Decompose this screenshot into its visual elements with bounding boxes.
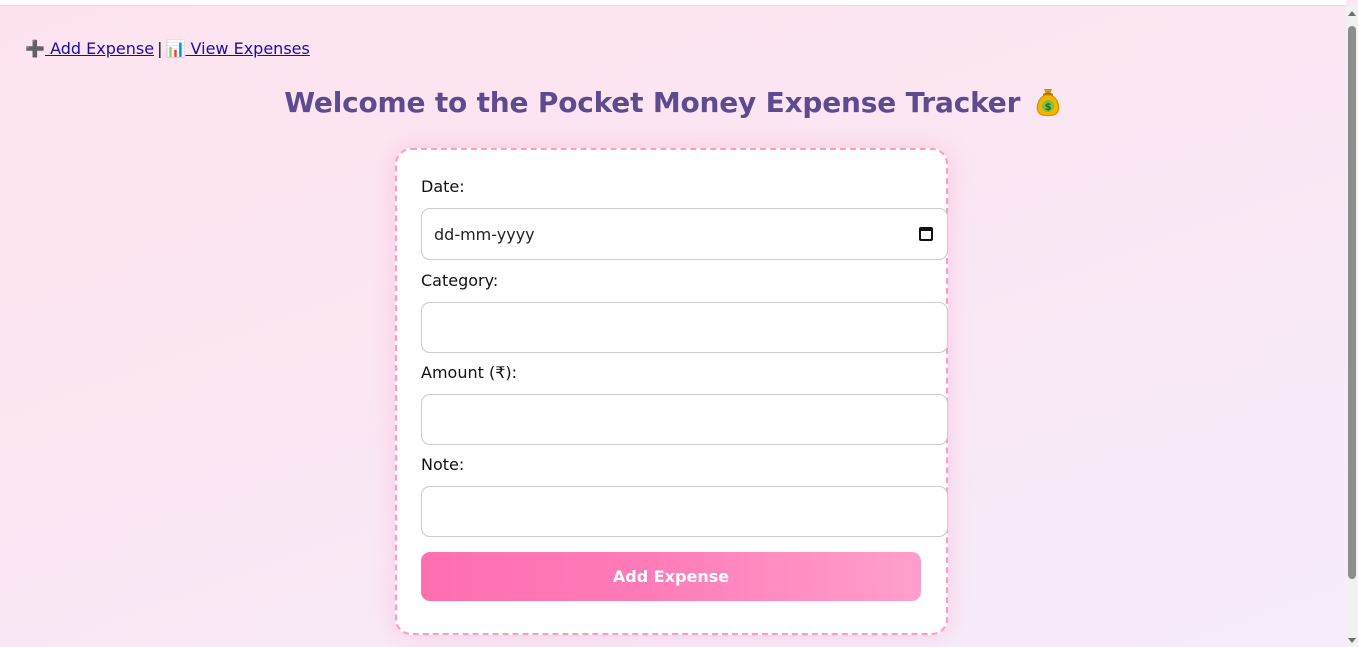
amount-label: Amount (₹):	[421, 363, 518, 382]
nav-view-expenses-link[interactable]: 📊 View Expenses	[165, 39, 309, 58]
date-label: Date:	[421, 177, 465, 196]
scroll-up-arrow-icon[interactable]	[1348, 11, 1356, 16]
scroll-down-arrow-icon[interactable]	[1348, 638, 1356, 643]
nav-separator: |	[157, 39, 163, 58]
category-field[interactable]	[421, 302, 948, 353]
add-expense-button[interactable]: Add Expense	[421, 552, 921, 601]
scroll-thumb[interactable]	[1348, 26, 1356, 579]
note-label: Note:	[421, 455, 465, 474]
top-nav: ➕ Add Expense | 📊 View Expenses	[25, 39, 310, 58]
category-label: Category:	[421, 271, 499, 290]
page-title-text: Welcome to the Pocket Money Expense Trac…	[284, 86, 1021, 119]
calendar-icon[interactable]	[919, 227, 933, 241]
money-bag-icon: $	[1036, 89, 1059, 116]
svg-text:$: $	[1044, 102, 1051, 113]
amount-field[interactable]	[421, 394, 948, 445]
expense-form-card: Date: dd-mm-yyyy Category: Amount (₹): N…	[395, 148, 948, 635]
plus-icon: ➕	[25, 39, 45, 58]
date-placeholder: dd-mm-yyyy	[434, 224, 535, 244]
nav-add-expense-link[interactable]: ➕ Add Expense	[25, 39, 154, 58]
page-scrollbar[interactable]	[1346, 6, 1358, 647]
page-title: Welcome to the Pocket Money Expense Trac…	[0, 86, 1346, 119]
bar-chart-icon: 📊	[165, 39, 186, 58]
date-field[interactable]: dd-mm-yyyy	[421, 208, 948, 260]
nav-view-expenses-label: View Expenses	[190, 39, 310, 58]
nav-add-expense-label: Add Expense	[50, 39, 155, 58]
browser-top-edge	[0, 0, 1346, 6]
note-field[interactable]	[421, 486, 948, 537]
